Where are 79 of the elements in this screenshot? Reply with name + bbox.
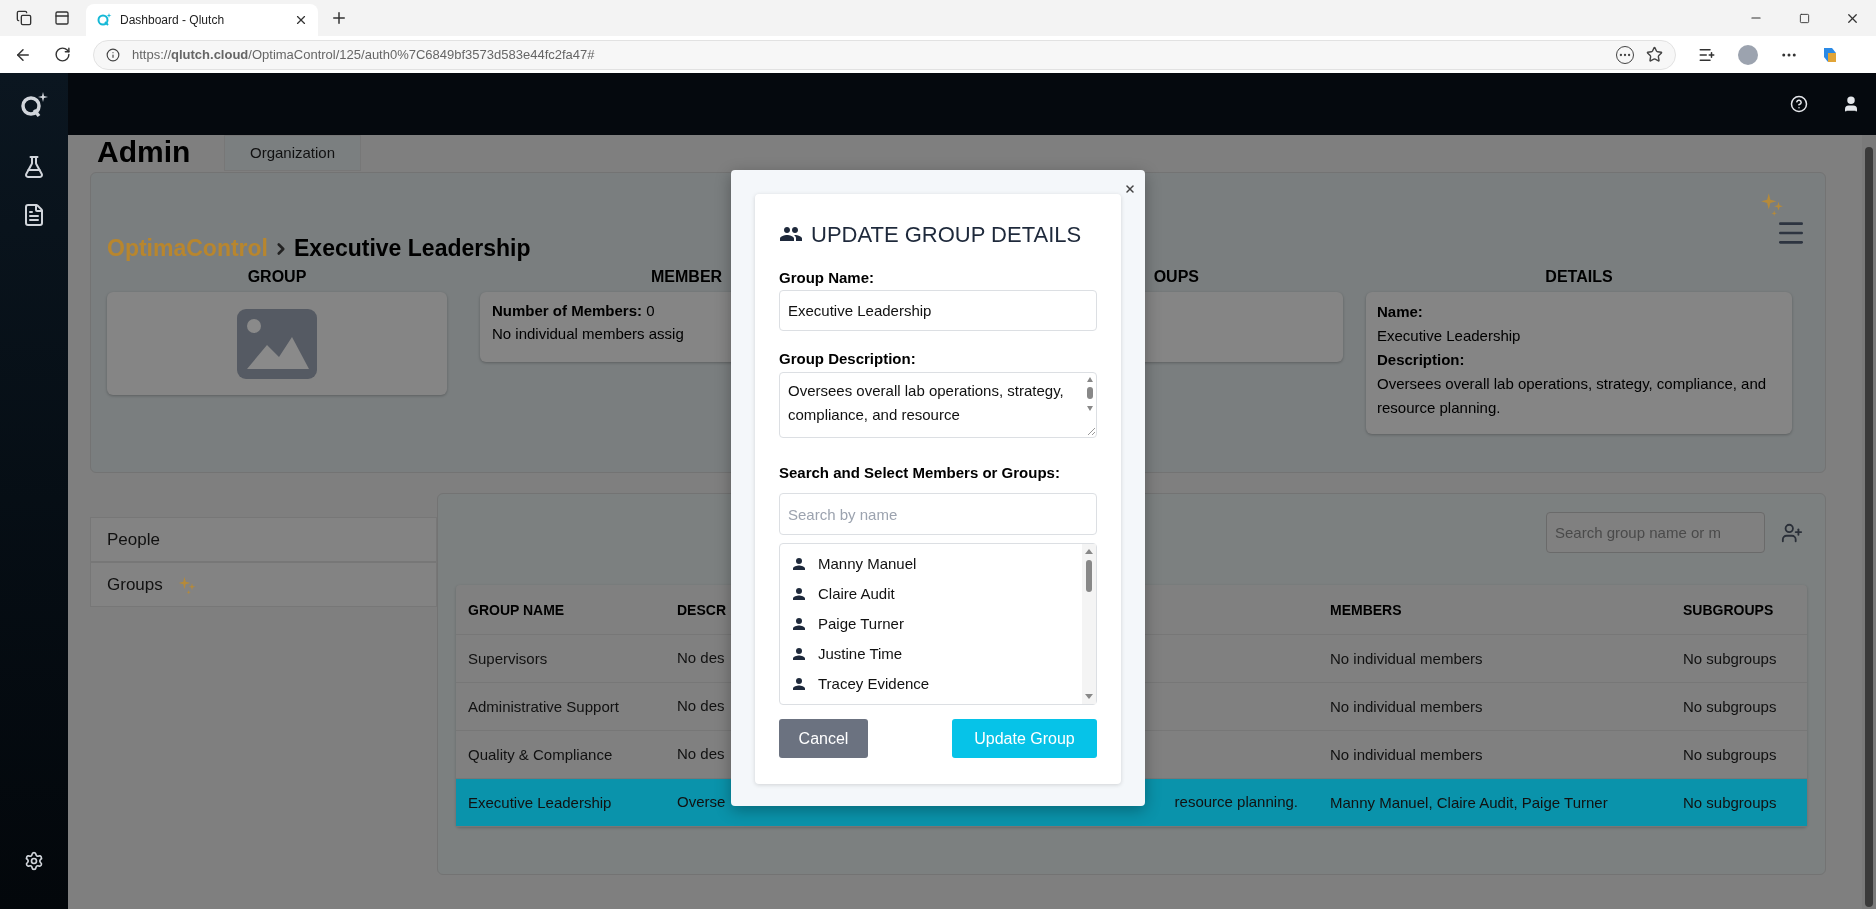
maximize-icon[interactable]: [1798, 12, 1810, 24]
user-icon[interactable]: [1842, 95, 1860, 113]
column-heading: DETAILS: [1545, 267, 1613, 287]
refresh-icon[interactable]: [54, 46, 71, 63]
help-icon[interactable]: [1790, 95, 1808, 113]
detail-label: Name:: [1377, 302, 1424, 322]
table-cell: Quality & Compliance: [468, 745, 613, 763]
table-cell: Executive Leadership: [468, 793, 612, 811]
person-icon: [790, 585, 808, 603]
table-cell: No subgroups: [1683, 649, 1777, 667]
column-header: SUBGROUPS: [1683, 601, 1774, 618]
settings-icon[interactable]: [24, 851, 44, 871]
table-cell: No subgroups: [1683, 793, 1777, 811]
cancel-button[interactable]: Cancel: [779, 719, 868, 758]
field-label: Group Description:: [779, 349, 917, 369]
close-button[interactable]: [1123, 182, 1137, 196]
table-cell-text: No des: [677, 744, 725, 765]
star-icon[interactable]: [1646, 46, 1663, 63]
table-cell: No individual members: [1330, 649, 1483, 667]
group-description-field[interactable]: Oversees overall lab operations, strategy, compliance, and resource: [779, 372, 1097, 438]
member-option[interactable]: Paige Turner: [790, 609, 1082, 639]
members-count: Number of Members: 0: [492, 301, 655, 321]
table-cell-text: No des: [677, 648, 725, 669]
field-label: Group Name:: [779, 268, 875, 288]
member-option[interactable]: Claire Audit: [790, 579, 1082, 609]
q-logo-icon[interactable]: [19, 91, 49, 119]
panel-icon[interactable]: [54, 10, 70, 26]
table-cell-text: No des: [677, 696, 725, 717]
field-label: Search and Select Members or Groups:: [779, 463, 1061, 483]
table-cell: No subgroups: [1683, 697, 1777, 715]
column-header: MEMBERS: [1330, 601, 1402, 618]
add-user-icon[interactable]: [1781, 521, 1803, 544]
group-name-field[interactable]: Executive Leadership: [779, 290, 1097, 331]
scrollbar[interactable]: [1862, 135, 1876, 909]
address-bar[interactable]: https://qlutch.cloud/OptimaControl/125/auth0%7C6849bf3573d583e44fc2fa47#: [93, 39, 1676, 70]
members-note: No individual members assig: [492, 323, 684, 344]
member-option[interactable]: Justine Time: [790, 639, 1082, 669]
column-heading: MEMBER: [651, 267, 723, 287]
q-logo-icon: [96, 12, 112, 28]
table-cell: No subgroups: [1683, 745, 1777, 763]
tab-title: Dashboard - Qlutch: [120, 12, 226, 29]
person-icon: [790, 555, 808, 573]
table-cell: No individual members: [1330, 697, 1483, 715]
detail-label: Description:: [1377, 350, 1466, 370]
sparkle-icon: [1759, 191, 1785, 217]
person-icon: [790, 675, 808, 693]
detail-value: Executive Leadership: [1377, 326, 1522, 346]
scrollbar[interactable]: [1082, 544, 1096, 704]
close-icon[interactable]: [294, 13, 308, 27]
member-option[interactable]: Tracey Evidence: [790, 669, 1082, 699]
flask-icon[interactable]: [22, 155, 46, 179]
document-icon[interactable]: [22, 203, 46, 227]
detail-value: Oversees overall lab operations, strategy, compliance, and resource planning.: [1377, 374, 1768, 418]
nav-item[interactable]: People: [90, 517, 437, 562]
member-search-field[interactable]: Search by name: [779, 493, 1097, 535]
image-placeholder-icon: [237, 308, 317, 379]
page-tab[interactable]: Organization: [224, 135, 361, 171]
column-heading: OUPS: [1153, 267, 1199, 287]
info-icon: [106, 47, 120, 62]
page-title: Admin: [96, 135, 192, 169]
column-header: GROUP NAME: [468, 601, 565, 618]
nav-item[interactable]: Groups: [90, 562, 437, 607]
column-heading: GROUP: [247, 267, 307, 287]
new-tab-icon[interactable]: [330, 9, 348, 27]
browser-tab[interactable]: Dashboard - Qlutch: [86, 4, 318, 36]
column-header: DESCR: [677, 601, 726, 618]
breadcrumb-current: Executive Leadership: [294, 234, 531, 264]
modal-title: UPDATE GROUP DETAILS: [811, 220, 1082, 249]
url-text: https://qlutch.cloud/OptimaControl/125/auth0%7C6849bf3573d583e44fc2fa47#: [132, 45, 596, 64]
table-cell: Supervisors: [468, 649, 548, 667]
table-cell: Administrative Support: [468, 697, 619, 715]
member-option[interactable]: Manny Manuel: [790, 549, 1082, 579]
table-cell-text: resource planning.: [1174, 792, 1299, 813]
person-icon: [790, 615, 808, 633]
table-cell: No individual members: [1330, 745, 1483, 763]
table-cell-text: Overse: [677, 792, 726, 813]
person-icon: [790, 645, 808, 663]
table-cell: Manny Manuel, Claire Audit, Paige Turner: [1330, 793, 1608, 811]
stacked-squares-icon[interactable]: [16, 10, 32, 26]
